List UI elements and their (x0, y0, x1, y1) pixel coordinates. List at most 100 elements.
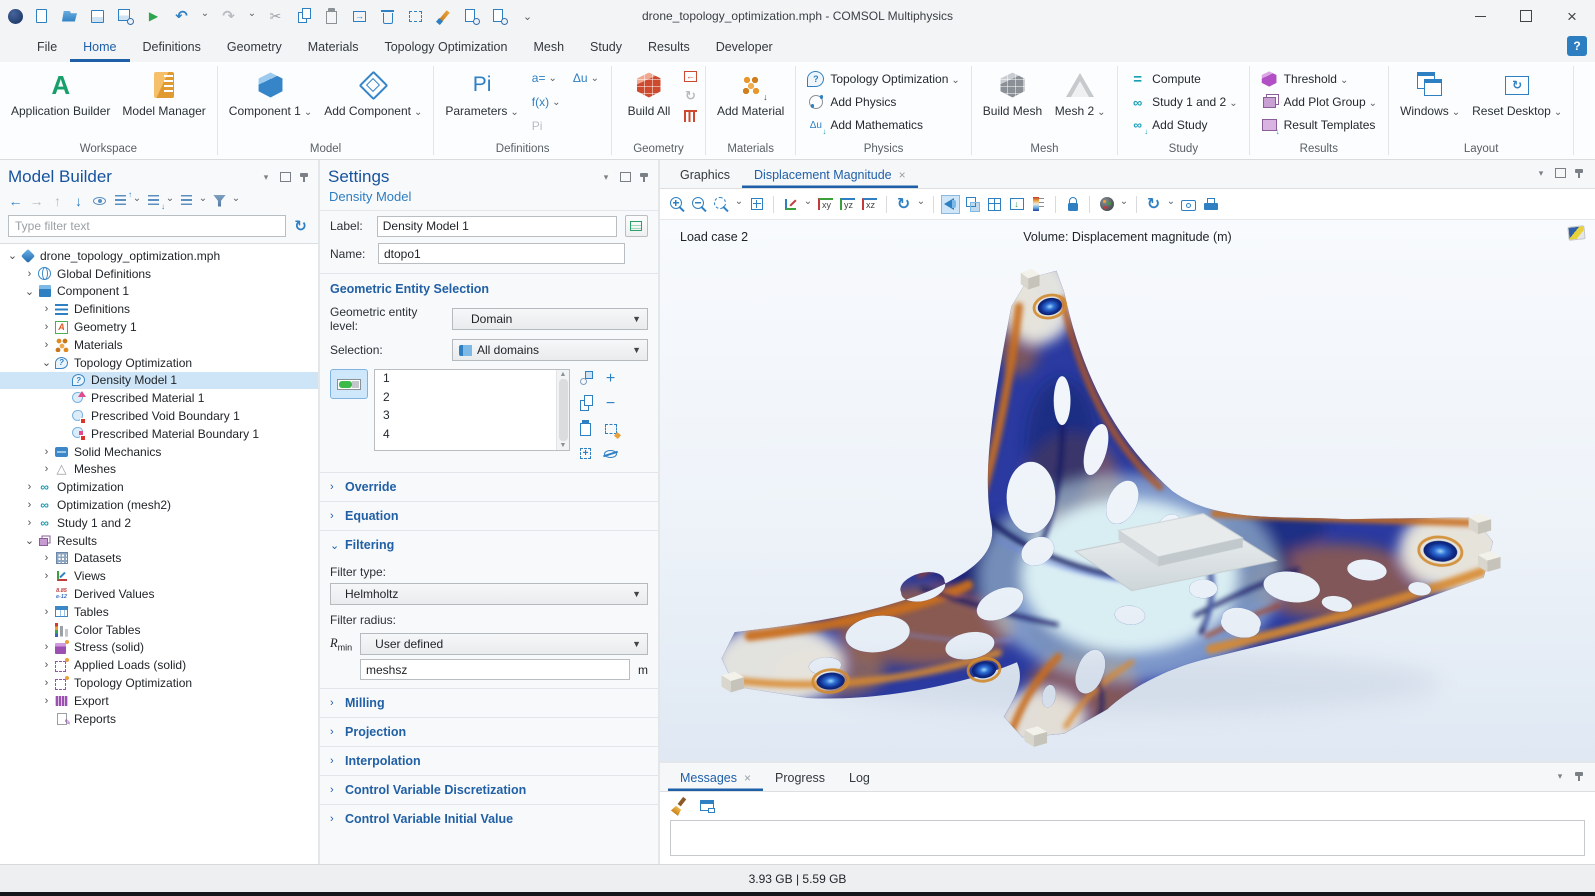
tree-item-component-1[interactable]: ⌄Component 1 (0, 283, 318, 301)
select-icon[interactable] (406, 7, 425, 26)
remove-icon[interactable] (601, 394, 620, 413)
maximize-icon[interactable] (1503, 0, 1549, 32)
panel-menu-icon[interactable] (1535, 167, 1547, 179)
dd-icon[interactable] (803, 195, 813, 214)
functions-button[interactable]: f(x) (526, 92, 605, 112)
collapse-ribbon-icon[interactable] (518, 7, 537, 26)
expander-icon[interactable]: ⌄ (40, 356, 53, 369)
run-icon[interactable] (144, 7, 163, 26)
tab-results[interactable]: Results (635, 32, 703, 62)
tab-developer[interactable]: Developer (703, 32, 786, 62)
expander-icon[interactable]: ⌄ (6, 249, 19, 262)
tree-item-optimization-mesh2-[interactable]: ›Optimization (mesh2) (0, 496, 318, 514)
comsol-logo-icon[interactable] (8, 9, 23, 24)
expander-icon[interactable]: › (23, 517, 36, 529)
entity-level-dropdown[interactable]: Domain ▼ (452, 308, 648, 330)
tree-item-derived-values[interactable]: Derived Values (0, 585, 318, 603)
zoom-extents-icon[interactable] (747, 195, 766, 214)
selection-dropdown[interactable]: All domains ▼ (452, 339, 648, 361)
tab-progress[interactable]: Progress (763, 766, 837, 791)
expander-icon[interactable]: › (23, 499, 36, 511)
tree-item-study-1-and-2[interactable]: ›Study 1 and 2 (0, 514, 318, 532)
dd-icon[interactable] (198, 191, 208, 210)
doc-search-icon[interactable] (490, 7, 509, 26)
rename-button[interactable] (625, 215, 648, 237)
selection-item-1[interactable]: 1 (375, 370, 569, 389)
tree-item-materials[interactable]: ›Materials (0, 336, 318, 354)
print-icon[interactable] (1201, 195, 1220, 214)
tab-definitions[interactable]: Definitions (130, 32, 214, 62)
float-panel-icon[interactable] (1554, 167, 1566, 179)
tree-item-drone-topology-optimization-mph[interactable]: ⌄drone_topology_optimization.mph (0, 247, 318, 265)
add-plot-group-button[interactable]: Add Plot Group (1256, 92, 1382, 112)
name-field[interactable] (378, 243, 625, 264)
delete-icon[interactable] (378, 7, 397, 26)
panel-menu-icon[interactable] (260, 171, 272, 183)
messages-output[interactable] (670, 820, 1585, 856)
section-filtering[interactable]: ⌄Filtering (320, 530, 658, 559)
tab-graphics[interactable]: Graphics (668, 163, 742, 188)
back-icon[interactable] (6, 191, 25, 210)
tree-item-prescribed-material-boundary-1[interactable]: Prescribed Material Boundary 1 (0, 425, 318, 443)
color-theme-icon[interactable] (1097, 195, 1116, 214)
tree-item-results[interactable]: ⌄Results (0, 532, 318, 550)
pin-panel-icon[interactable] (298, 171, 310, 183)
preview-icon[interactable] (462, 7, 481, 26)
pin-panel-icon[interactable] (1573, 167, 1585, 179)
label-field[interactable] (377, 216, 617, 237)
expander-icon[interactable]: › (40, 606, 53, 618)
tab-displacement-magnitude[interactable]: Displacement Magnitude× (742, 163, 918, 188)
dd-icon[interactable] (916, 195, 926, 214)
dd-icon[interactable] (734, 195, 744, 214)
compute-button[interactable]: Compute (1124, 69, 1242, 89)
deformation-icon[interactable] (1007, 195, 1026, 214)
add-physics-button[interactable]: Add Physics (802, 92, 964, 112)
add-icon[interactable] (601, 369, 620, 388)
expander-icon[interactable]: › (40, 446, 53, 458)
expander-icon[interactable]: › (40, 303, 53, 315)
help-icon[interactable]: ? (1567, 36, 1587, 56)
tree-item-meshes[interactable]: ›Meshes (0, 461, 318, 479)
tree-item-tables[interactable]: ›Tables (0, 603, 318, 621)
close-tab-icon[interactable]: × (899, 168, 906, 182)
section-projection[interactable]: ›Projection (320, 717, 658, 746)
tree-item-definitions[interactable]: ›Definitions (0, 300, 318, 318)
expander-icon[interactable]: › (40, 641, 53, 653)
dd-icon[interactable] (231, 191, 241, 210)
import-geometry-icon[interactable] (682, 68, 699, 84)
expander-icon[interactable]: › (40, 695, 53, 707)
tree-item-reports[interactable]: Reports (0, 710, 318, 728)
tab-log[interactable]: Log (837, 766, 882, 791)
grid-icon[interactable] (985, 195, 1004, 214)
tree-item-optimization[interactable]: ›Optimization (0, 478, 318, 496)
tree-item-views[interactable]: ›Views (0, 567, 318, 585)
threshold-button[interactable]: Threshold (1256, 69, 1382, 89)
parameters-button[interactable]: Parameters (440, 66, 523, 123)
panel-menu-icon[interactable] (600, 171, 612, 183)
tree-item-export[interactable]: ›Export (0, 692, 318, 710)
expander-icon[interactable]: › (40, 339, 53, 351)
pin-panel-icon[interactable] (1573, 770, 1585, 782)
view-lock-icon[interactable] (1063, 195, 1082, 214)
scene-light-icon[interactable] (941, 195, 960, 214)
refresh-icon[interactable] (291, 217, 310, 236)
tree-item-applied-loads-solid-[interactable]: ›Applied Loads (solid) (0, 656, 318, 674)
variables-button[interactable]: a= (526, 68, 563, 88)
add-mathematics-button[interactable]: Add Mathematics (802, 115, 964, 135)
nonlocal-couplings-button[interactable]: Δu (567, 68, 605, 88)
dd-icon[interactable] (200, 7, 210, 26)
dd-icon[interactable] (1166, 195, 1176, 214)
tab-file[interactable]: File (24, 32, 70, 62)
import-win-icon[interactable] (350, 7, 369, 26)
tree-item-density-model-1[interactable]: Density Model 1 (0, 372, 318, 390)
tree-item-solid-mechanics[interactable]: ›Solid Mechanics (0, 443, 318, 461)
rmin-mode-dropdown[interactable]: User defined ▼ (360, 633, 648, 655)
work-plane-icon[interactable] (682, 108, 699, 124)
dd-icon[interactable] (247, 7, 257, 26)
mesh-2-button[interactable]: Mesh 2 (1049, 66, 1111, 123)
build-all-button[interactable]: Build All (618, 66, 680, 122)
close-tab-icon[interactable]: × (744, 771, 751, 785)
tab-mesh[interactable]: Mesh (520, 32, 577, 62)
selection-item-4[interactable]: 4 (375, 426, 569, 445)
float-panel-icon[interactable] (279, 171, 291, 183)
